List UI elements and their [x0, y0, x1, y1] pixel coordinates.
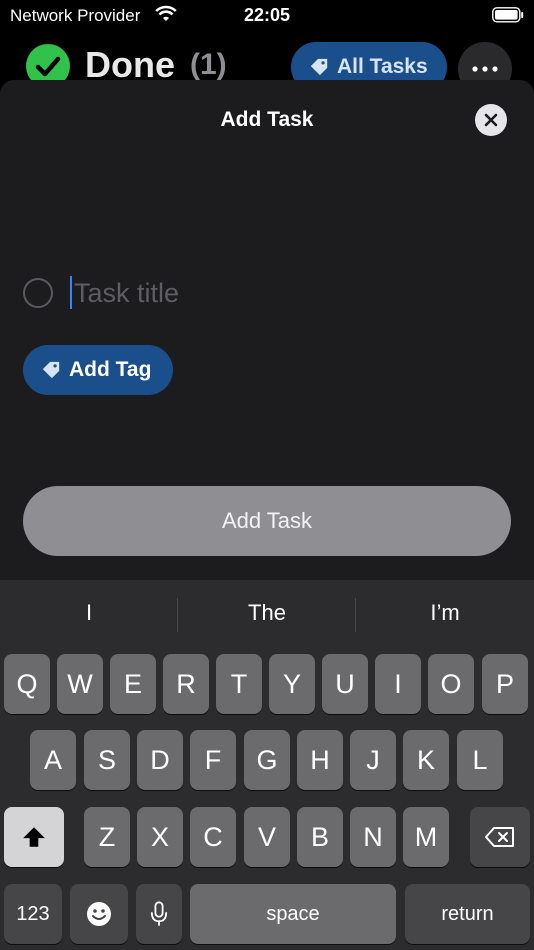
battery-icon: [492, 7, 524, 23]
sheet-title: Add Task: [220, 108, 314, 131]
key-k[interactable]: K: [403, 730, 449, 790]
suggestion-2[interactable]: The: [178, 600, 356, 626]
key-w[interactable]: W: [57, 654, 103, 714]
suggestion-3[interactable]: I’m: [356, 600, 534, 626]
key-s[interactable]: S: [84, 730, 130, 790]
key-d[interactable]: D: [137, 730, 183, 790]
add-task-button[interactable]: Add Task: [23, 486, 511, 556]
shift-key[interactable]: [4, 807, 64, 867]
add-tag-label: Add Tag: [69, 358, 152, 381]
delete-key[interactable]: [470, 807, 530, 867]
key-n[interactable]: N: [350, 807, 396, 867]
close-icon: [484, 113, 498, 127]
text-cursor: [70, 276, 72, 309]
keyboard: I The I’m Q W E R T Y U I O P A S D F G …: [0, 580, 534, 950]
key-q[interactable]: Q: [4, 654, 50, 714]
key-u[interactable]: U: [322, 654, 368, 714]
all-tasks-label: All Tasks: [337, 55, 428, 78]
emoji-icon: [87, 902, 111, 926]
close-button[interactable]: [475, 104, 507, 136]
key-z[interactable]: Z: [84, 807, 130, 867]
key-l[interactable]: L: [457, 730, 503, 790]
key-x[interactable]: X: [137, 807, 183, 867]
key-f[interactable]: F: [190, 730, 236, 790]
key-v[interactable]: V: [244, 807, 290, 867]
task-title-input[interactable]: [74, 276, 494, 310]
key-m[interactable]: M: [403, 807, 449, 867]
list-count: (1): [190, 48, 227, 81]
key-c[interactable]: C: [190, 807, 236, 867]
shift-icon: [23, 827, 45, 847]
key-h[interactable]: H: [297, 730, 343, 790]
key-r[interactable]: R: [163, 654, 209, 714]
ellipsis-icon: [472, 66, 498, 72]
space-key[interactable]: space: [190, 884, 396, 944]
dictation-key[interactable]: [136, 884, 182, 944]
tag-icon: [42, 361, 60, 379]
key-i[interactable]: I: [375, 654, 421, 714]
task-title-row: [22, 276, 502, 312]
key-a[interactable]: A: [30, 730, 76, 790]
microphone-icon: [150, 901, 168, 926]
key-j[interactable]: J: [350, 730, 396, 790]
status-bar: Network Provider 22:05: [0, 0, 534, 32]
emoji-key[interactable]: [70, 884, 128, 944]
key-g[interactable]: G: [244, 730, 290, 790]
key-p[interactable]: P: [482, 654, 528, 714]
add-task-sheet: Add Task Add Tag Add Task: [0, 80, 534, 580]
add-tag-button[interactable]: Add Tag: [23, 345, 173, 395]
clock: 22:05: [243, 5, 291, 25]
numbers-key[interactable]: 123: [4, 884, 62, 944]
completion-radio[interactable]: [23, 278, 53, 308]
tag-icon: [310, 58, 328, 76]
key-y[interactable]: Y: [269, 654, 315, 714]
key-e[interactable]: E: [110, 654, 156, 714]
suggestion-1[interactable]: I: [0, 600, 178, 626]
return-key[interactable]: return: [405, 884, 530, 944]
key-t[interactable]: T: [216, 654, 262, 714]
key-b[interactable]: B: [297, 807, 343, 867]
backspace-icon: [485, 827, 514, 847]
key-o[interactable]: O: [428, 654, 474, 714]
suggestion-bar: I The I’m: [0, 580, 534, 650]
